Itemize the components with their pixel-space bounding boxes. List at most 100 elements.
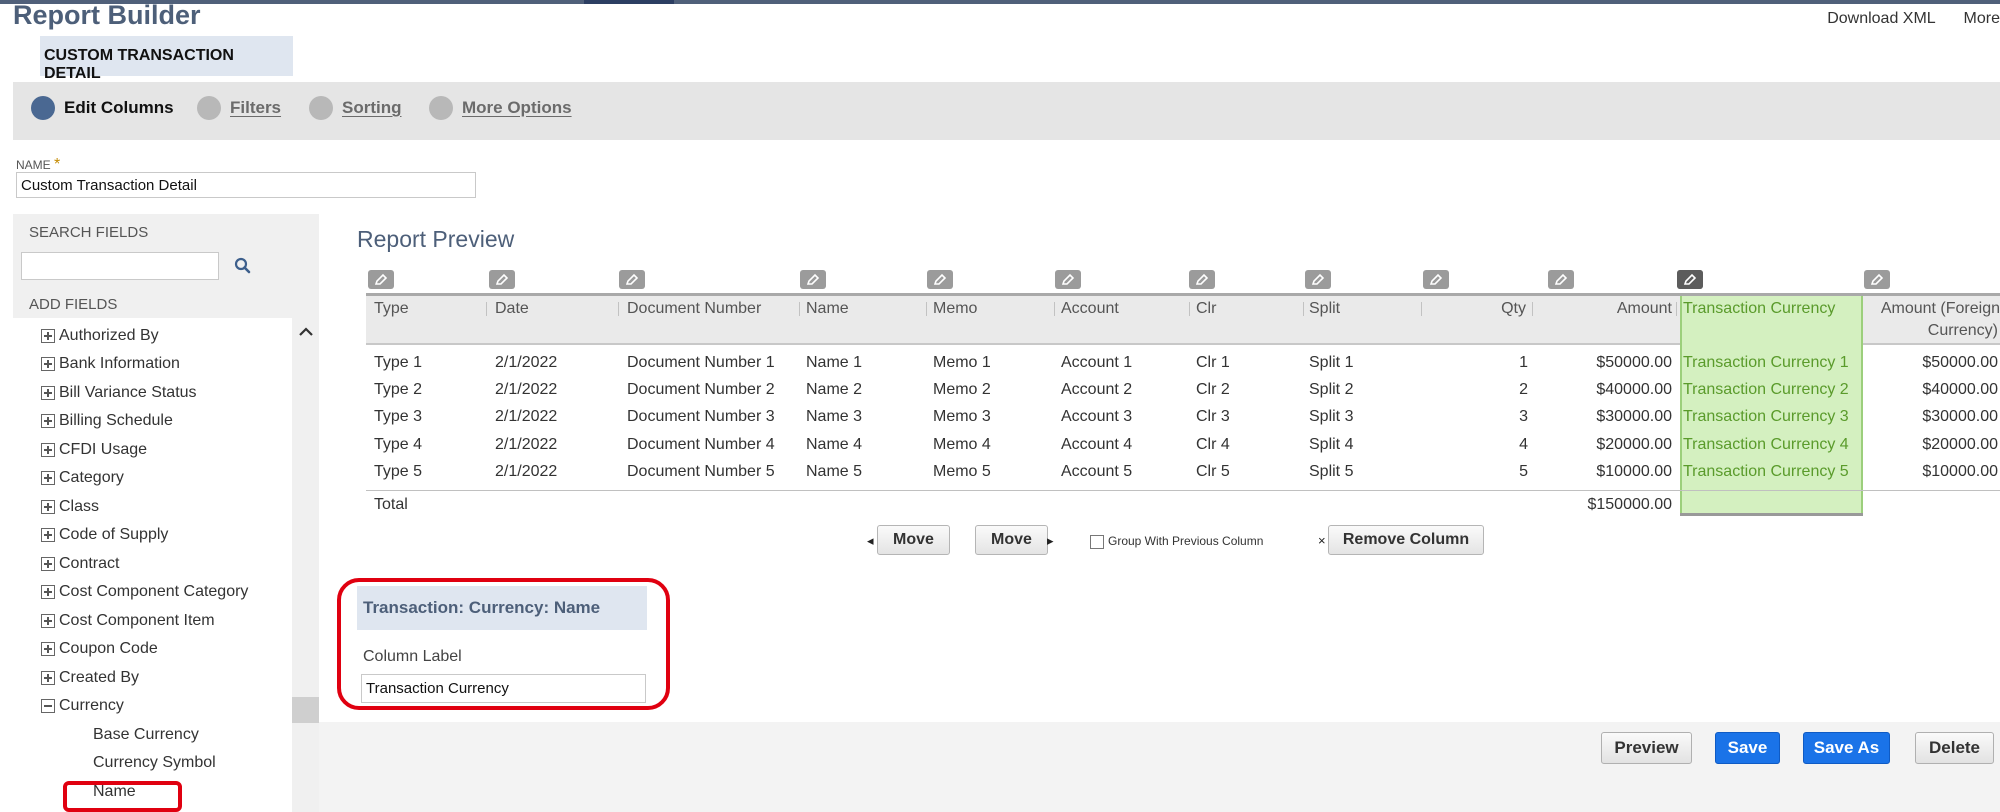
field-base-currency[interactable]: Base Currency: [93, 726, 199, 744]
field-contract[interactable]: Contract: [41, 555, 119, 573]
field-coupon-code[interactable]: Coupon Code: [41, 640, 158, 658]
table-cell: Split 4: [1309, 436, 1354, 453]
expand-plus-icon[interactable]: [41, 471, 55, 485]
edit-icon[interactable]: [368, 270, 394, 289]
field-bank-information[interactable]: Bank Information: [41, 355, 180, 373]
edit-icon[interactable]: [1423, 270, 1449, 289]
field-label: Class: [59, 498, 100, 515]
scrollbar-thumb[interactable]: [292, 697, 319, 723]
edit-icon[interactable]: [1189, 270, 1215, 289]
move-left-button[interactable]: Move: [877, 525, 950, 555]
table-cell: Memo 4: [933, 436, 991, 453]
name-field-highlight: [63, 781, 182, 812]
delete-button[interactable]: Delete: [1915, 732, 1994, 764]
save-as-button[interactable]: Save As: [1803, 732, 1890, 764]
collapse-minus-icon[interactable]: [41, 699, 55, 713]
column-separator: [1054, 302, 1055, 316]
field-cost-component-category[interactable]: Cost Component Category: [41, 583, 248, 601]
field-category[interactable]: Category: [41, 469, 124, 487]
column-label-input[interactable]: [361, 674, 646, 703]
column-header-memo[interactable]: Memo: [933, 300, 977, 318]
edit-icon[interactable]: [1055, 270, 1081, 289]
expand-plus-icon[interactable]: [41, 671, 55, 685]
save-button[interactable]: Save: [1715, 732, 1780, 764]
edit-icon[interactable]: [489, 270, 515, 289]
remove-column-button[interactable]: Remove Column: [1328, 525, 1484, 555]
field-billing-schedule[interactable]: Billing Schedule: [41, 412, 173, 430]
expand-plus-icon[interactable]: [41, 443, 55, 457]
total-amount: $150000.00: [1587, 496, 1672, 513]
edit-icon[interactable]: [1548, 270, 1574, 289]
step-more-options[interactable]: More Options: [429, 96, 572, 120]
expand-plus-icon[interactable]: [41, 329, 55, 343]
column-header-type[interactable]: Type: [374, 300, 409, 318]
column-header-name[interactable]: Name: [806, 300, 849, 318]
preview-button[interactable]: Preview: [1601, 732, 1692, 764]
column-header-amount[interactable]: Amount: [1560, 300, 1672, 318]
field-class[interactable]: Class: [41, 498, 99, 516]
edit-icon[interactable]: [619, 270, 645, 289]
column-header-account[interactable]: Account: [1061, 300, 1119, 318]
field-bill-variance-status[interactable]: Bill Variance Status: [41, 384, 197, 402]
table-cell: Document Number 1: [627, 354, 775, 371]
column-header-transaction-currency[interactable]: Transaction Currency: [1683, 300, 1835, 318]
column-header-clr[interactable]: Clr: [1196, 300, 1216, 318]
field-label: Bill Variance Status: [59, 384, 197, 401]
search-icon[interactable]: [232, 255, 254, 277]
table-cell: Transaction Currency 4: [1683, 436, 1849, 453]
download-xml-link[interactable]: Download XML: [1827, 10, 1935, 27]
field-created-by[interactable]: Created By: [41, 669, 139, 687]
expand-plus-icon[interactable]: [41, 557, 55, 571]
column-header-document-number[interactable]: Document Number: [627, 300, 761, 318]
chevron-up-icon[interactable]: [296, 322, 316, 342]
report-preview-title: Report Preview: [357, 226, 515, 252]
edit-icon-selected[interactable]: [1677, 270, 1703, 289]
expand-plus-icon[interactable]: [41, 528, 55, 542]
field-currency-symbol[interactable]: Currency Symbol: [93, 754, 216, 772]
selected-column-highlight[interactable]: [1680, 296, 1863, 516]
report-name-input[interactable]: [16, 172, 476, 198]
step-label: Sorting: [342, 98, 402, 117]
expand-plus-icon[interactable]: [41, 585, 55, 599]
step-edit-columns[interactable]: Edit Columns: [31, 96, 174, 120]
field-list-scrollbar[interactable]: [292, 318, 319, 812]
step-label: More Options: [462, 98, 572, 117]
edit-icon[interactable]: [1305, 270, 1331, 289]
step-filters[interactable]: Filters: [197, 96, 281, 120]
search-fields-input[interactable]: [21, 252, 219, 280]
field-currency[interactable]: Currency: [41, 697, 124, 715]
expand-plus-icon[interactable]: [41, 414, 55, 428]
step-sorting[interactable]: Sorting: [309, 96, 402, 120]
expand-plus-icon[interactable]: [41, 642, 55, 656]
column-header-qty[interactable]: Qty: [1430, 300, 1526, 318]
add-fields-label: ADD FIELDS: [29, 296, 118, 313]
column-header-date[interactable]: Date: [495, 300, 529, 318]
table-cell: Clr 5: [1196, 463, 1230, 480]
report-type-tag: CUSTOM TRANSACTION DETAIL: [40, 36, 293, 82]
edit-icon[interactable]: [927, 270, 953, 289]
column-header-amount-foreign-line2: Currency): [1927, 322, 1998, 339]
more-link[interactable]: More: [1964, 10, 2000, 27]
column-detail-heading: Transaction: Currency: Name: [357, 586, 647, 630]
field-authorized-by[interactable]: Authorized By: [41, 327, 159, 345]
field-cfdi-usage[interactable]: CFDI Usage: [41, 441, 147, 459]
field-code-of-supply[interactable]: Code of Supply: [41, 526, 168, 544]
table-cell: 2/1/2022: [495, 408, 558, 425]
table-cell: Name 5: [806, 463, 863, 480]
expand-plus-icon[interactable]: [41, 357, 55, 371]
field-cost-component-item[interactable]: Cost Component Item: [41, 612, 215, 630]
column-header-split[interactable]: Split: [1309, 300, 1340, 318]
edit-icon[interactable]: [1864, 270, 1890, 289]
expand-plus-icon[interactable]: [41, 614, 55, 628]
expand-plus-icon[interactable]: [41, 386, 55, 400]
edit-icon[interactable]: [800, 270, 826, 289]
group-with-previous-checkbox[interactable]: [1090, 535, 1104, 549]
move-right-button[interactable]: Move: [975, 525, 1048, 555]
arrow-left-icon: ◂: [867, 533, 874, 548]
column-header-amount-foreign[interactable]: Amount (Foreign: [1862, 300, 2000, 318]
table-cell: Type 5: [374, 463, 423, 480]
column-separator: [1421, 302, 1422, 316]
table-cell: $40000.00: [1922, 381, 1998, 398]
expand-plus-icon[interactable]: [41, 500, 55, 514]
column-label-label: Column Label: [363, 648, 462, 665]
